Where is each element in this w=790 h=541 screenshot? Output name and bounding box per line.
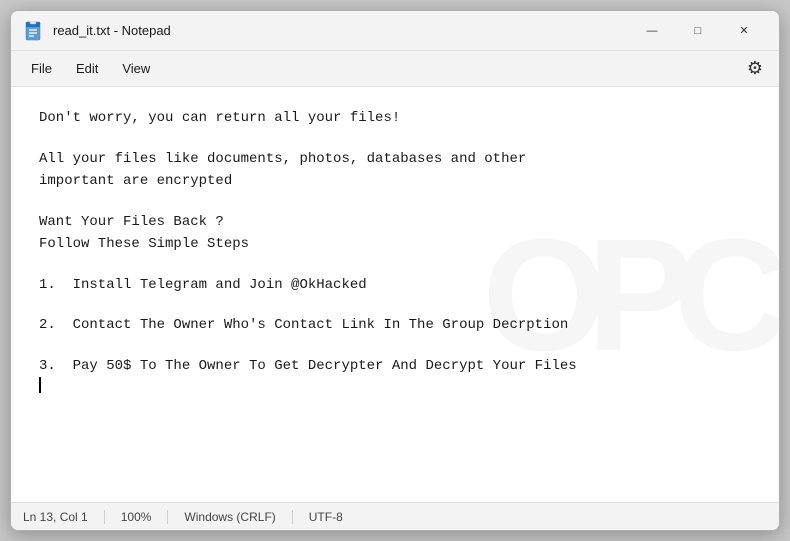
text-line-9: 1. Install Telegram and Join @OkHacked [39, 274, 751, 296]
window-title: read_it.txt - Notepad [53, 23, 629, 38]
menu-edit[interactable]: Edit [64, 57, 110, 80]
maximize-button[interactable]: □ [675, 15, 721, 47]
status-zoom: 100% [105, 510, 169, 524]
text-line-3: All your files like documents, photos, d… [39, 148, 751, 170]
text-cursor [39, 377, 41, 393]
blank-line-2 [39, 192, 751, 210]
text-content: Don't worry, you can return all your fil… [39, 107, 751, 393]
text-line-1: Don't worry, you can return all your fil… [39, 107, 751, 129]
minimize-button[interactable]: — [629, 15, 675, 47]
status-line-ending: Windows (CRLF) [168, 510, 292, 524]
window-controls: — □ ✕ [629, 15, 767, 47]
status-bar: Ln 13, Col 1 100% Windows (CRLF) UTF-8 [11, 502, 779, 530]
cursor-line [39, 377, 751, 393]
notepad-window: read_it.txt - Notepad — □ ✕ File Edit Vi… [10, 10, 780, 531]
blank-line-4 [39, 296, 751, 314]
notepad-icon [23, 21, 43, 41]
menu-file[interactable]: File [19, 57, 64, 80]
settings-icon[interactable]: ⚙ [739, 54, 771, 83]
status-position: Ln 13, Col 1 [23, 510, 105, 524]
blank-line-1 [39, 129, 751, 147]
text-line-11: 2. Contact The Owner Who's Contact Link … [39, 314, 751, 336]
text-line-4: important are encrypted [39, 170, 751, 192]
close-button[interactable]: ✕ [721, 15, 767, 47]
menu-bar: File Edit View ⚙ [11, 51, 779, 87]
text-editor-area[interactable]: OPC Don't worry, you can return all your… [11, 87, 779, 502]
menu-view[interactable]: View [110, 57, 162, 80]
blank-line-3 [39, 255, 751, 273]
text-line-13: 3. Pay 50$ To The Owner To Get Decrypter… [39, 355, 751, 377]
status-encoding: UTF-8 [293, 510, 359, 524]
text-line-6: Want Your Files Back ? [39, 211, 751, 233]
title-bar: read_it.txt - Notepad — □ ✕ [11, 11, 779, 51]
blank-line-5 [39, 336, 751, 354]
text-line-7: Follow These Simple Steps [39, 233, 751, 255]
